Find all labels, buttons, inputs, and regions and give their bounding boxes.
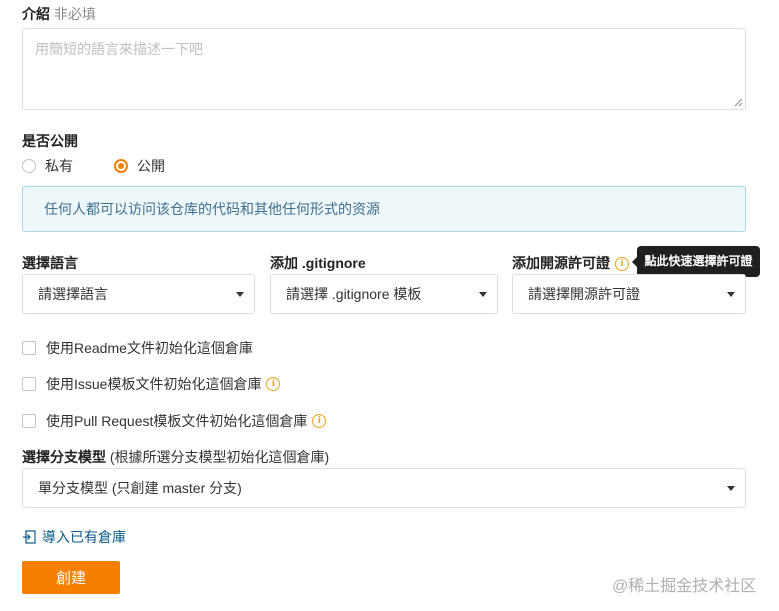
radio-public-circle[interactable] — [114, 159, 128, 173]
caret-down-icon — [236, 292, 244, 297]
intro-label-text: 介紹 — [22, 6, 50, 22]
radio-public-label: 公開 — [137, 158, 165, 174]
import-icon — [23, 530, 36, 544]
license-select-value: 請選擇開源許可證 — [528, 286, 640, 302]
init-pr-option[interactable]: 使用Pull Request模板文件初始化這個倉庫 i — [22, 411, 327, 431]
visibility-info-text: 任何人都可以访问该仓库的代码和其他任何形式的资源 — [44, 201, 380, 217]
license-label: 添加開源許可證 i — [512, 253, 629, 273]
visibility-info-box: 任何人都可以访问该仓库的代码和其他任何形式的资源 — [22, 186, 746, 232]
pr-checkbox[interactable] — [22, 414, 36, 428]
watermark: @稀土掘金技术社区 — [612, 578, 757, 595]
create-button[interactable]: 創建 — [22, 561, 120, 594]
branch-hint: (根據所選分支模型初始化這個倉庫) — [109, 449, 330, 465]
gitignore-select[interactable]: 請選擇 .gitignore 模板 — [270, 274, 498, 314]
caret-down-icon — [727, 292, 735, 297]
info-icon[interactable]: i — [266, 377, 281, 391]
branch-label-text: 選擇分支模型 — [22, 449, 106, 465]
license-select[interactable]: 請選擇開源許可證 — [512, 274, 746, 314]
readme-checkbox[interactable] — [22, 341, 36, 355]
readme-option-label: 使用Readme文件初始化這個倉庫 — [46, 340, 253, 356]
visibility-label: 是否公開 — [22, 133, 78, 149]
import-repo-link[interactable]: 導入已有倉庫 — [22, 527, 126, 547]
radio-private[interactable]: 私有 — [22, 156, 73, 176]
issue-option-label: 使用Issue模板文件初始化這個倉庫 — [46, 376, 262, 392]
branch-select-value: 單分支模型 (只創建 master 分支) — [38, 480, 242, 496]
gitignore-label: 添加 .gitignore — [270, 255, 366, 271]
gitignore-select-value: 請選擇 .gitignore 模板 — [286, 286, 422, 302]
intro-label: 介紹 非必填 — [22, 4, 96, 24]
language-select[interactable]: 請選擇語言 — [22, 274, 255, 314]
optional-hint: 非必填 — [53, 6, 96, 22]
import-repo-label: 導入已有倉庫 — [42, 529, 126, 545]
branch-label: 選擇分支模型 (根據所選分支模型初始化這個倉庫) — [22, 447, 329, 467]
language-label: 選擇語言 — [22, 255, 78, 271]
language-select-value: 請選擇語言 — [38, 286, 108, 302]
radio-private-circle[interactable] — [22, 159, 36, 173]
info-icon[interactable]: i — [312, 414, 327, 428]
resize-handle-icon[interactable] — [733, 97, 743, 107]
pr-option-label: 使用Pull Request模板文件初始化這個倉庫 — [46, 413, 308, 429]
radio-private-label: 私有 — [45, 158, 73, 174]
intro-placeholder: 用簡短的語言來描述一下吧 — [35, 41, 203, 57]
init-issue-option[interactable]: 使用Issue模板文件初始化這個倉庫 i — [22, 374, 281, 394]
init-readme-option[interactable]: 使用Readme文件初始化這個倉庫 — [22, 338, 253, 358]
radio-public[interactable]: 公開 — [114, 156, 165, 176]
branch-model-select[interactable]: 單分支模型 (只創建 master 分支) — [22, 468, 746, 508]
info-icon[interactable]: i — [615, 257, 629, 272]
issue-checkbox[interactable] — [22, 377, 36, 391]
license-label-text: 添加開源許可證 — [512, 255, 610, 271]
intro-textarea[interactable]: 用簡短的語言來描述一下吧 — [22, 28, 746, 110]
caret-down-icon — [479, 292, 487, 297]
caret-down-icon — [727, 486, 735, 491]
license-tooltip: 點此快速選擇許可證 — [632, 246, 760, 277]
